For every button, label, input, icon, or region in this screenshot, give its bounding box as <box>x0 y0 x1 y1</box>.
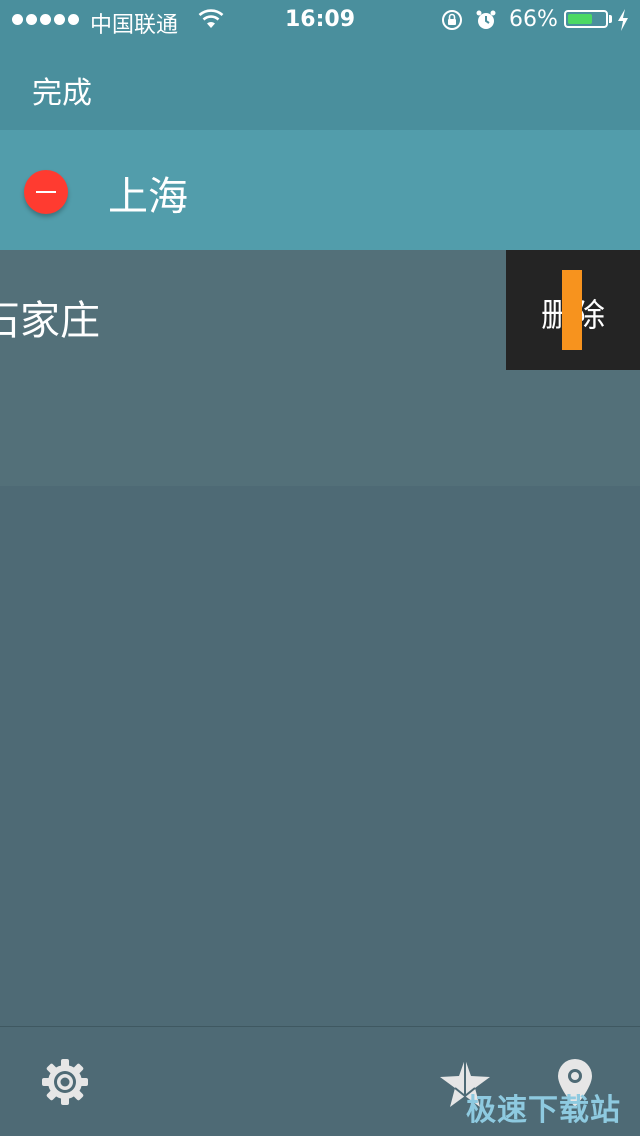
city-row-shijiazhuang[interactable]: 石家庄 删除 <box>0 250 640 486</box>
city-name: 石家庄 <box>0 298 100 344</box>
nav-bar: 完成 <box>0 40 640 130</box>
battery-cap <box>609 15 612 23</box>
battery-percent: 66% <box>509 7 558 32</box>
gear-icon[interactable] <box>40 1057 90 1107</box>
city-row-shanghai[interactable]: 上海 <box>0 130 640 250</box>
alarm-icon <box>476 10 496 29</box>
rotation-lock-icon <box>442 10 462 30</box>
tab-bar: 极速下载站 <box>0 1026 640 1136</box>
battery-icon <box>564 10 608 28</box>
minus-circle-icon[interactable] <box>24 170 68 214</box>
touch-indicator <box>562 270 582 350</box>
city-name: 上海 <box>108 174 188 220</box>
charging-bolt-icon <box>618 9 628 31</box>
done-button[interactable]: 完成 <box>32 68 92 112</box>
delete-button[interactable]: 删除 <box>506 250 640 370</box>
status-bar: 中国联通 16:09 66% <box>0 0 640 40</box>
watermark-text: 极速下载站 <box>466 1093 621 1128</box>
battery-fill <box>568 14 592 24</box>
